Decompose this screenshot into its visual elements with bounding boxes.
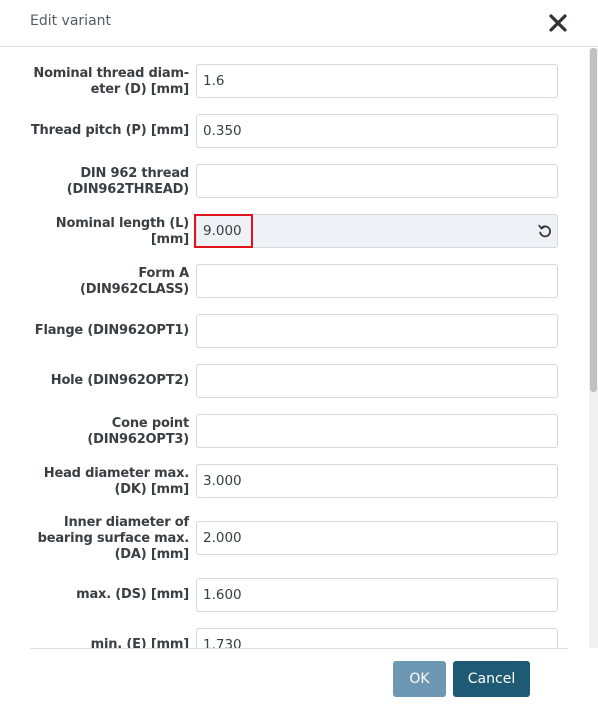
field-label: Hole (DIN962OPT2) bbox=[50, 373, 189, 388]
field-label: Flange (DIN962OPT1) bbox=[34, 323, 189, 338]
footer-divider bbox=[30, 648, 568, 649]
field-label: DIN 962 thread (DIN962THREAD) bbox=[66, 166, 189, 197]
field-label: max. (DS) [mm] bbox=[76, 587, 189, 602]
edit-variant-dialog: Edit variant Nominal thread diam-eter (D… bbox=[0, 0, 598, 713]
hole-input[interactable] bbox=[196, 364, 558, 398]
scrollbar-thumb[interactable] bbox=[590, 48, 597, 392]
close-icon[interactable] bbox=[545, 10, 571, 36]
cancel-button[interactable]: Cancel bbox=[453, 661, 530, 697]
field-label: Thread pitch (P) [mm] bbox=[30, 123, 189, 138]
field-label: Form A (DIN962CLASS) bbox=[80, 266, 189, 297]
nominal-length-input[interactable]: 9.000 bbox=[196, 214, 558, 248]
form-a-input[interactable] bbox=[196, 264, 558, 298]
nominal-thread-diameter-input[interactable]: 1.6 bbox=[196, 64, 558, 98]
field-label: Cone point (DIN962OPT3) bbox=[87, 416, 189, 447]
dialog-title: Edit variant bbox=[30, 13, 112, 29]
din962-thread-input[interactable] bbox=[196, 164, 558, 198]
field-label: Head diameter max. (DK) [mm] bbox=[43, 466, 189, 497]
dialog-footer: OK Cancel bbox=[0, 648, 598, 713]
flange-input[interactable] bbox=[196, 314, 558, 348]
reset-icon[interactable] bbox=[537, 223, 553, 239]
form-scroll-area[interactable]: Nominal thread diam-eter (D) [mm] 1.6 Th… bbox=[0, 48, 589, 648]
cone-point-input[interactable] bbox=[196, 414, 558, 448]
min-e-input[interactable]: 1.730 bbox=[196, 628, 558, 648]
field-label: min. (E) [mm] bbox=[90, 637, 190, 648]
thread-pitch-input[interactable]: 0.350 bbox=[196, 114, 558, 148]
dialog-header: Edit variant bbox=[0, 0, 598, 47]
field-label: Nominal thread diam-eter (D) [mm] bbox=[33, 66, 189, 97]
head-diameter-max-input[interactable]: 3.000 bbox=[196, 464, 558, 498]
ok-button[interactable]: OK bbox=[393, 661, 446, 697]
inner-diameter-bearing-surface-input[interactable]: 2.000 bbox=[196, 521, 558, 555]
field-label: Nominal length (L) [mm] bbox=[55, 216, 189, 247]
field-label: Inner diameter of bearing surface max. (DA… bbox=[37, 515, 190, 562]
max-ds-input[interactable]: 1.600 bbox=[196, 578, 558, 612]
